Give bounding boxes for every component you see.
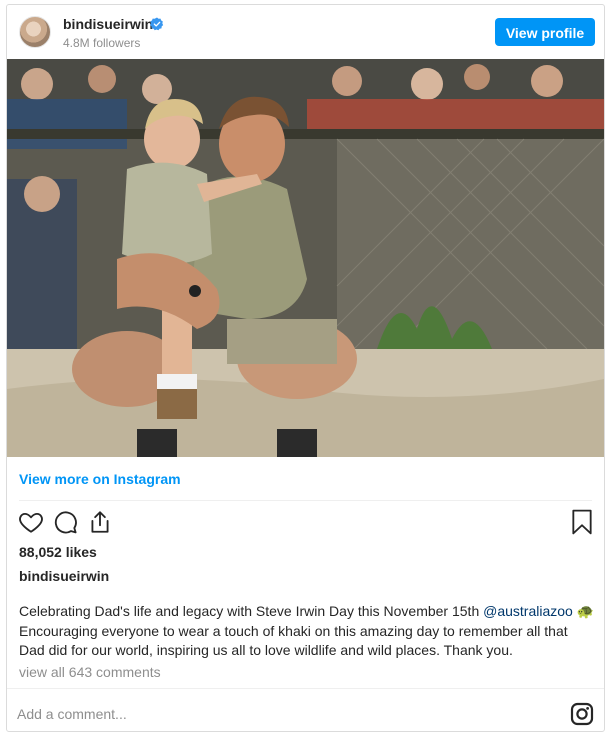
divider bbox=[19, 500, 592, 501]
add-comment-input[interactable] bbox=[17, 704, 537, 724]
instagram-embed-card: bindisueirwin 4.8M followers View profil… bbox=[6, 4, 605, 732]
view-more-link[interactable]: View more on Instagram bbox=[19, 471, 181, 487]
action-bar bbox=[7, 508, 604, 540]
like-count[interactable]: 88,052 likes bbox=[19, 544, 97, 560]
instagram-logo-icon[interactable] bbox=[570, 702, 594, 726]
post-header: bindisueirwin 4.8M followers View profil… bbox=[7, 5, 604, 59]
caption-text-continued: Encouraging everyone to wear a touch of … bbox=[19, 622, 568, 659]
heart-icon[interactable] bbox=[17, 508, 45, 536]
username[interactable]: bindisueirwin bbox=[63, 16, 153, 32]
follower-count: 4.8M followers bbox=[63, 36, 141, 50]
caption-text: Celebrating Dad's life and legacy with S… bbox=[19, 603, 480, 619]
verified-badge-icon bbox=[150, 17, 164, 31]
caption-username[interactable]: bindisueirwin bbox=[19, 568, 109, 584]
post-photo-illustration bbox=[7, 59, 604, 457]
avatar[interactable] bbox=[19, 16, 51, 48]
view-profile-button[interactable]: View profile bbox=[495, 18, 595, 46]
mention-link[interactable]: @australiazoo bbox=[483, 603, 573, 619]
post-image[interactable] bbox=[7, 59, 604, 457]
bookmark-icon[interactable] bbox=[568, 508, 596, 536]
share-icon[interactable] bbox=[86, 508, 114, 536]
post-caption: Celebrating Dad's life and legacy with S… bbox=[19, 602, 597, 661]
divider bbox=[7, 688, 604, 689]
turtle-emoji: 🐢 bbox=[576, 603, 595, 619]
comment-icon[interactable] bbox=[51, 508, 79, 536]
view-comments-link[interactable]: view all 643 comments bbox=[19, 664, 161, 680]
